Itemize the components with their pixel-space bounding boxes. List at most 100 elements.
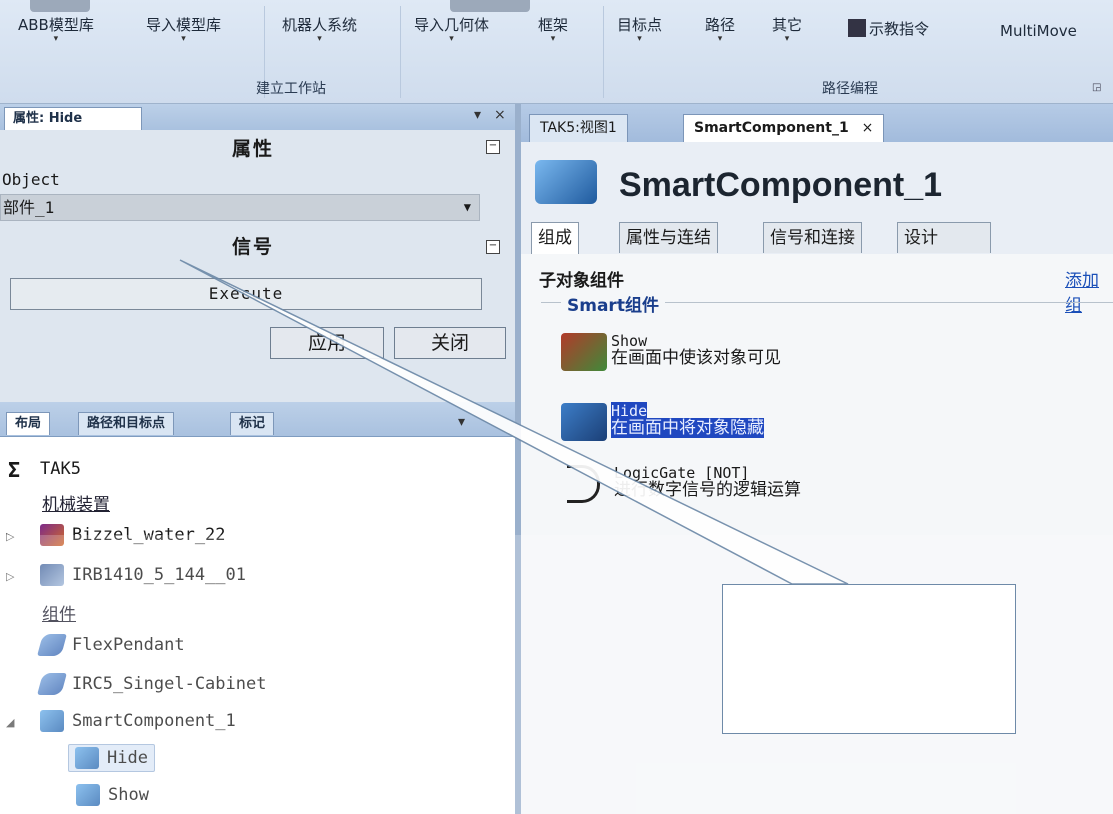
tab-view1-label: TAK5:视图1 [540, 120, 617, 136]
close-icon[interactable]: × [494, 107, 506, 123]
tree-node-cabinet[interactable]: IRC5_Singel-Cabinet [37, 673, 267, 695]
section-signals-heading: 信号 [232, 236, 275, 258]
tab-tags[interactable]: 标记 [230, 412, 275, 435]
tree-node-station[interactable]: Σ TAK5 [8, 458, 81, 482]
dialog-launcher-icon[interactable]: ◲ [1092, 82, 1101, 93]
tree-group-mechanisms[interactable]: 机械装置 [42, 490, 110, 515]
ribbon-icon-strip [450, 0, 530, 12]
smartcomponent-header: SmartComponent_1 [521, 142, 1113, 214]
tab-properties-hide[interactable]: 属性: Hide [4, 107, 142, 130]
tab-smartcomponent-label: SmartComponent_1 [694, 120, 849, 136]
target-label: 目标点 [617, 16, 663, 34]
collapse-properties-button[interactable]: − [486, 140, 500, 154]
robot-system-button[interactable]: 机器人系统 ▾ [282, 14, 357, 62]
tab-properties-label: 属性: Hide [13, 111, 83, 126]
component-description: 在画面中将对象隐藏 [611, 418, 764, 438]
tree-group-components[interactable]: 组件 [42, 600, 76, 625]
layout-tree: Σ TAK5 机械装置 ▷ Bizzel_water_22 ▷ IRB1410_… [0, 442, 515, 814]
tab-smartcomponent[interactable]: SmartComponent_1 × [683, 114, 885, 142]
group-label-build-station: 建立工作站 [256, 81, 326, 97]
tab-layout[interactable]: 布局 [6, 412, 51, 435]
chevron-down-icon: ▼ [463, 200, 471, 214]
object-value: 部件_1 [3, 198, 55, 217]
tree-node-label: Hide [107, 748, 148, 768]
ribbon-divider [400, 6, 401, 98]
panel-menu-icon[interactable]: ▾ [458, 414, 465, 430]
object-label: Object [2, 170, 60, 189]
tab-paths-targets[interactable]: 路径和目标点 [78, 412, 175, 435]
editor-subtabs: 组成 属性与连结 信号和连接 设计 [521, 214, 1113, 255]
tree-group-label: 机械装置 [42, 495, 110, 515]
component-hide[interactable]: Hide 在画面中将对象隐藏 [561, 402, 764, 441]
tab-view1[interactable]: TAK5:视图1 [529, 114, 628, 142]
tool-icon [40, 524, 64, 546]
expand-arrow-icon[interactable]: ▷ [6, 570, 14, 583]
ribbon-icon-strip [30, 0, 90, 12]
tree-node-smartcomponent[interactable]: SmartComponent_1 [40, 710, 236, 732]
tab-properties-binding-label: 属性与连结 [626, 228, 711, 248]
other-button[interactable]: 其它 ▾ [772, 14, 802, 62]
collapse-arrow-icon[interactable]: ◢ [6, 716, 14, 729]
tree-node-label: IRB1410_5_144__01 [72, 565, 246, 585]
smart-component-icon [535, 160, 597, 204]
object-combobox[interactable]: 部件_1 ▼ [0, 194, 480, 221]
tab-signals-label: 信号和连接 [770, 228, 855, 248]
tab-layout-label: 布局 [15, 416, 42, 431]
multimove-label: MultiMove [1000, 22, 1077, 40]
smart-components-group: Smart组件 Show 在画面中使该对象可见 Hide 在画面中将对象隐藏 L [541, 291, 1113, 563]
component-description: 在画面中使该对象可见 [611, 348, 781, 368]
hide-component-icon [561, 403, 607, 441]
target-button[interactable]: 目标点 ▾ [617, 14, 662, 62]
station-sigma-icon: Σ [8, 458, 21, 482]
component-logicgate[interactable]: LogicGate [NOT] 进行数字信号的逻辑运算 [561, 465, 801, 503]
import-geometry-button[interactable]: 导入几何体 ▾ [414, 14, 489, 62]
collapse-signals-button[interactable]: − [486, 240, 500, 254]
ribbon-divider [603, 6, 604, 98]
expand-arrow-icon[interactable]: ▷ [6, 530, 14, 543]
apply-button[interactable]: 应用 [270, 327, 384, 359]
group-label-path-programming: 路径编程 [822, 81, 878, 97]
import-library-button[interactable]: 导入模型库 ▾ [146, 14, 221, 62]
path-button[interactable]: 路径 ▾ [705, 14, 735, 62]
logic-gate-icon [567, 465, 600, 503]
tree-group-label: 组件 [42, 605, 76, 625]
properties-tabbar: 属性: Hide ▾ × [0, 104, 515, 131]
component-show[interactable]: Show 在画面中使该对象可见 [561, 333, 781, 371]
execute-label: Execute [208, 284, 284, 303]
pin-icon[interactable]: ▾ [474, 107, 481, 123]
tab-compose[interactable]: 组成 [531, 222, 579, 255]
minus-icon: − [488, 140, 498, 151]
callout-box [722, 584, 1016, 734]
execute-signal-button[interactable]: Execute [10, 278, 482, 310]
close-icon[interactable]: × [862, 120, 874, 136]
other-label: 其它 [772, 16, 803, 34]
abb-library-button[interactable]: ABB模型库 ▾ [18, 14, 94, 62]
tree-node-robot[interactable]: IRB1410_5_144__01 [40, 564, 246, 586]
tree-node-hide[interactable]: Hide [68, 744, 155, 772]
tree-node-tool[interactable]: Bizzel_water_22 [40, 524, 226, 546]
minus-icon: − [488, 240, 498, 251]
tree-node-label: Bizzel_water_22 [72, 525, 226, 545]
close-button[interactable]: 关闭 [394, 327, 506, 359]
tab-properties-binding[interactable]: 属性与连结 [619, 222, 718, 253]
tree-node-label: TAK5 [40, 459, 81, 479]
component-description: 进行数字信号的逻辑运算 [614, 480, 801, 500]
tree-node-label: IRC5_Singel-Cabinet [72, 674, 267, 694]
teach-instruction-button[interactable]: 示教指令 [848, 4, 929, 52]
frame-button[interactable]: 框架 ▾ [538, 14, 568, 62]
robot-icon [40, 564, 64, 586]
tab-paths-targets-label: 路径和目标点 [87, 416, 166, 431]
tab-signals-connections[interactable]: 信号和连接 [763, 222, 862, 253]
apply-label: 应用 [307, 332, 346, 354]
tab-design[interactable]: 设计 [897, 222, 991, 253]
tree-node-label: SmartComponent_1 [72, 711, 236, 731]
chevron-down-icon: ▾ [717, 34, 723, 44]
tab-design-label: 设计 [904, 228, 938, 248]
multimove-button[interactable]: MultiMove [1000, 22, 1077, 70]
chevron-down-icon: ▾ [550, 34, 556, 44]
tree-node-show[interactable]: Show [76, 784, 149, 806]
properties-panel: 属性 − Object 部件_1 ▼ 信号 − Execute 应用 关闭 [0, 130, 515, 402]
abb-library-label: ABB模型库 [18, 16, 94, 34]
tree-node-flexpendant[interactable]: FlexPendant [37, 634, 185, 656]
teach-icon [848, 19, 866, 37]
